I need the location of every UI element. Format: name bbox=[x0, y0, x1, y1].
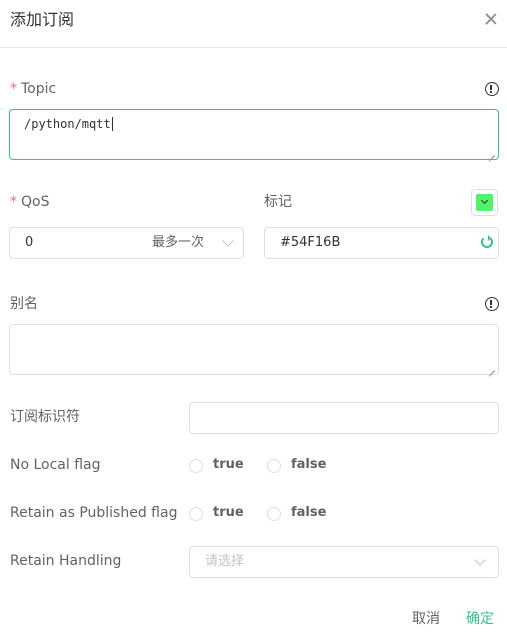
required-mark: * bbox=[10, 194, 17, 210]
close-icon[interactable] bbox=[482, 10, 500, 28]
retain-as-published-label: Retain as Published flag bbox=[10, 505, 178, 521]
qos-value: 0 bbox=[25, 235, 34, 250]
no-local-false-radio[interactable] bbox=[267, 459, 281, 473]
rap-true-label[interactable]: true bbox=[213, 504, 244, 522]
no-local-flag-label: No Local flag bbox=[10, 457, 101, 473]
qos-value-desc: 最多一次 bbox=[152, 235, 205, 250]
dialog-title: 添加订阅 bbox=[10, 10, 75, 29]
color-swatch bbox=[476, 194, 493, 211]
subscription-identifier-label: 订阅标识符 bbox=[10, 409, 80, 425]
required-mark: * bbox=[10, 81, 17, 97]
retain-handling-select[interactable]: 请选择 bbox=[189, 546, 499, 578]
mark-label: 标记 bbox=[264, 194, 292, 210]
topic-label: * Topic bbox=[10, 81, 57, 97]
text-cursor bbox=[111, 117, 113, 131]
info-circle-icon[interactable] bbox=[485, 82, 499, 96]
alias-label: 别名 bbox=[10, 296, 38, 312]
alias-textarea[interactable] bbox=[9, 324, 499, 375]
resize-grip-icon[interactable] bbox=[488, 149, 496, 157]
retain-handling-placeholder: 请选择 bbox=[205, 554, 245, 569]
confirm-button[interactable]: 确定 bbox=[466, 610, 494, 628]
mark-color-value: #54F16B bbox=[280, 235, 341, 250]
topic-textarea[interactable]: /python/mqtt bbox=[9, 109, 499, 160]
rap-false-radio[interactable] bbox=[267, 507, 281, 521]
chevron-down-icon bbox=[480, 196, 488, 205]
refresh-icon[interactable] bbox=[481, 235, 493, 248]
resize-grip-icon[interactable] bbox=[488, 364, 496, 372]
chevron-down-icon bbox=[474, 554, 486, 566]
cancel-button[interactable]: 取消 bbox=[412, 610, 440, 628]
rap-false-label[interactable]: false bbox=[291, 504, 326, 522]
no-local-false-label[interactable]: false bbox=[291, 456, 326, 474]
mark-color-input[interactable]: #54F16B bbox=[264, 227, 499, 259]
info-circle-icon[interactable] bbox=[485, 297, 499, 311]
rap-true-radio[interactable] bbox=[189, 507, 203, 521]
qos-select[interactable]: 0 最多一次 bbox=[9, 227, 244, 259]
color-picker-button[interactable] bbox=[471, 189, 498, 216]
topic-value: /python/mqtt bbox=[24, 117, 111, 131]
chevron-down-icon bbox=[222, 235, 234, 247]
add-subscription-dialog: 添加订阅 * Topic /python/mqtt * QoS 0 最多一次 标记 … bbox=[0, 0, 507, 635]
no-local-true-label[interactable]: true bbox=[213, 456, 244, 474]
no-local-true-radio[interactable] bbox=[189, 459, 203, 473]
qos-label: * QoS bbox=[10, 194, 50, 210]
dialog-header: 添加订阅 bbox=[0, 0, 507, 48]
subscription-identifier-input[interactable] bbox=[189, 402, 499, 434]
retain-handling-label: Retain Handling bbox=[10, 553, 122, 569]
